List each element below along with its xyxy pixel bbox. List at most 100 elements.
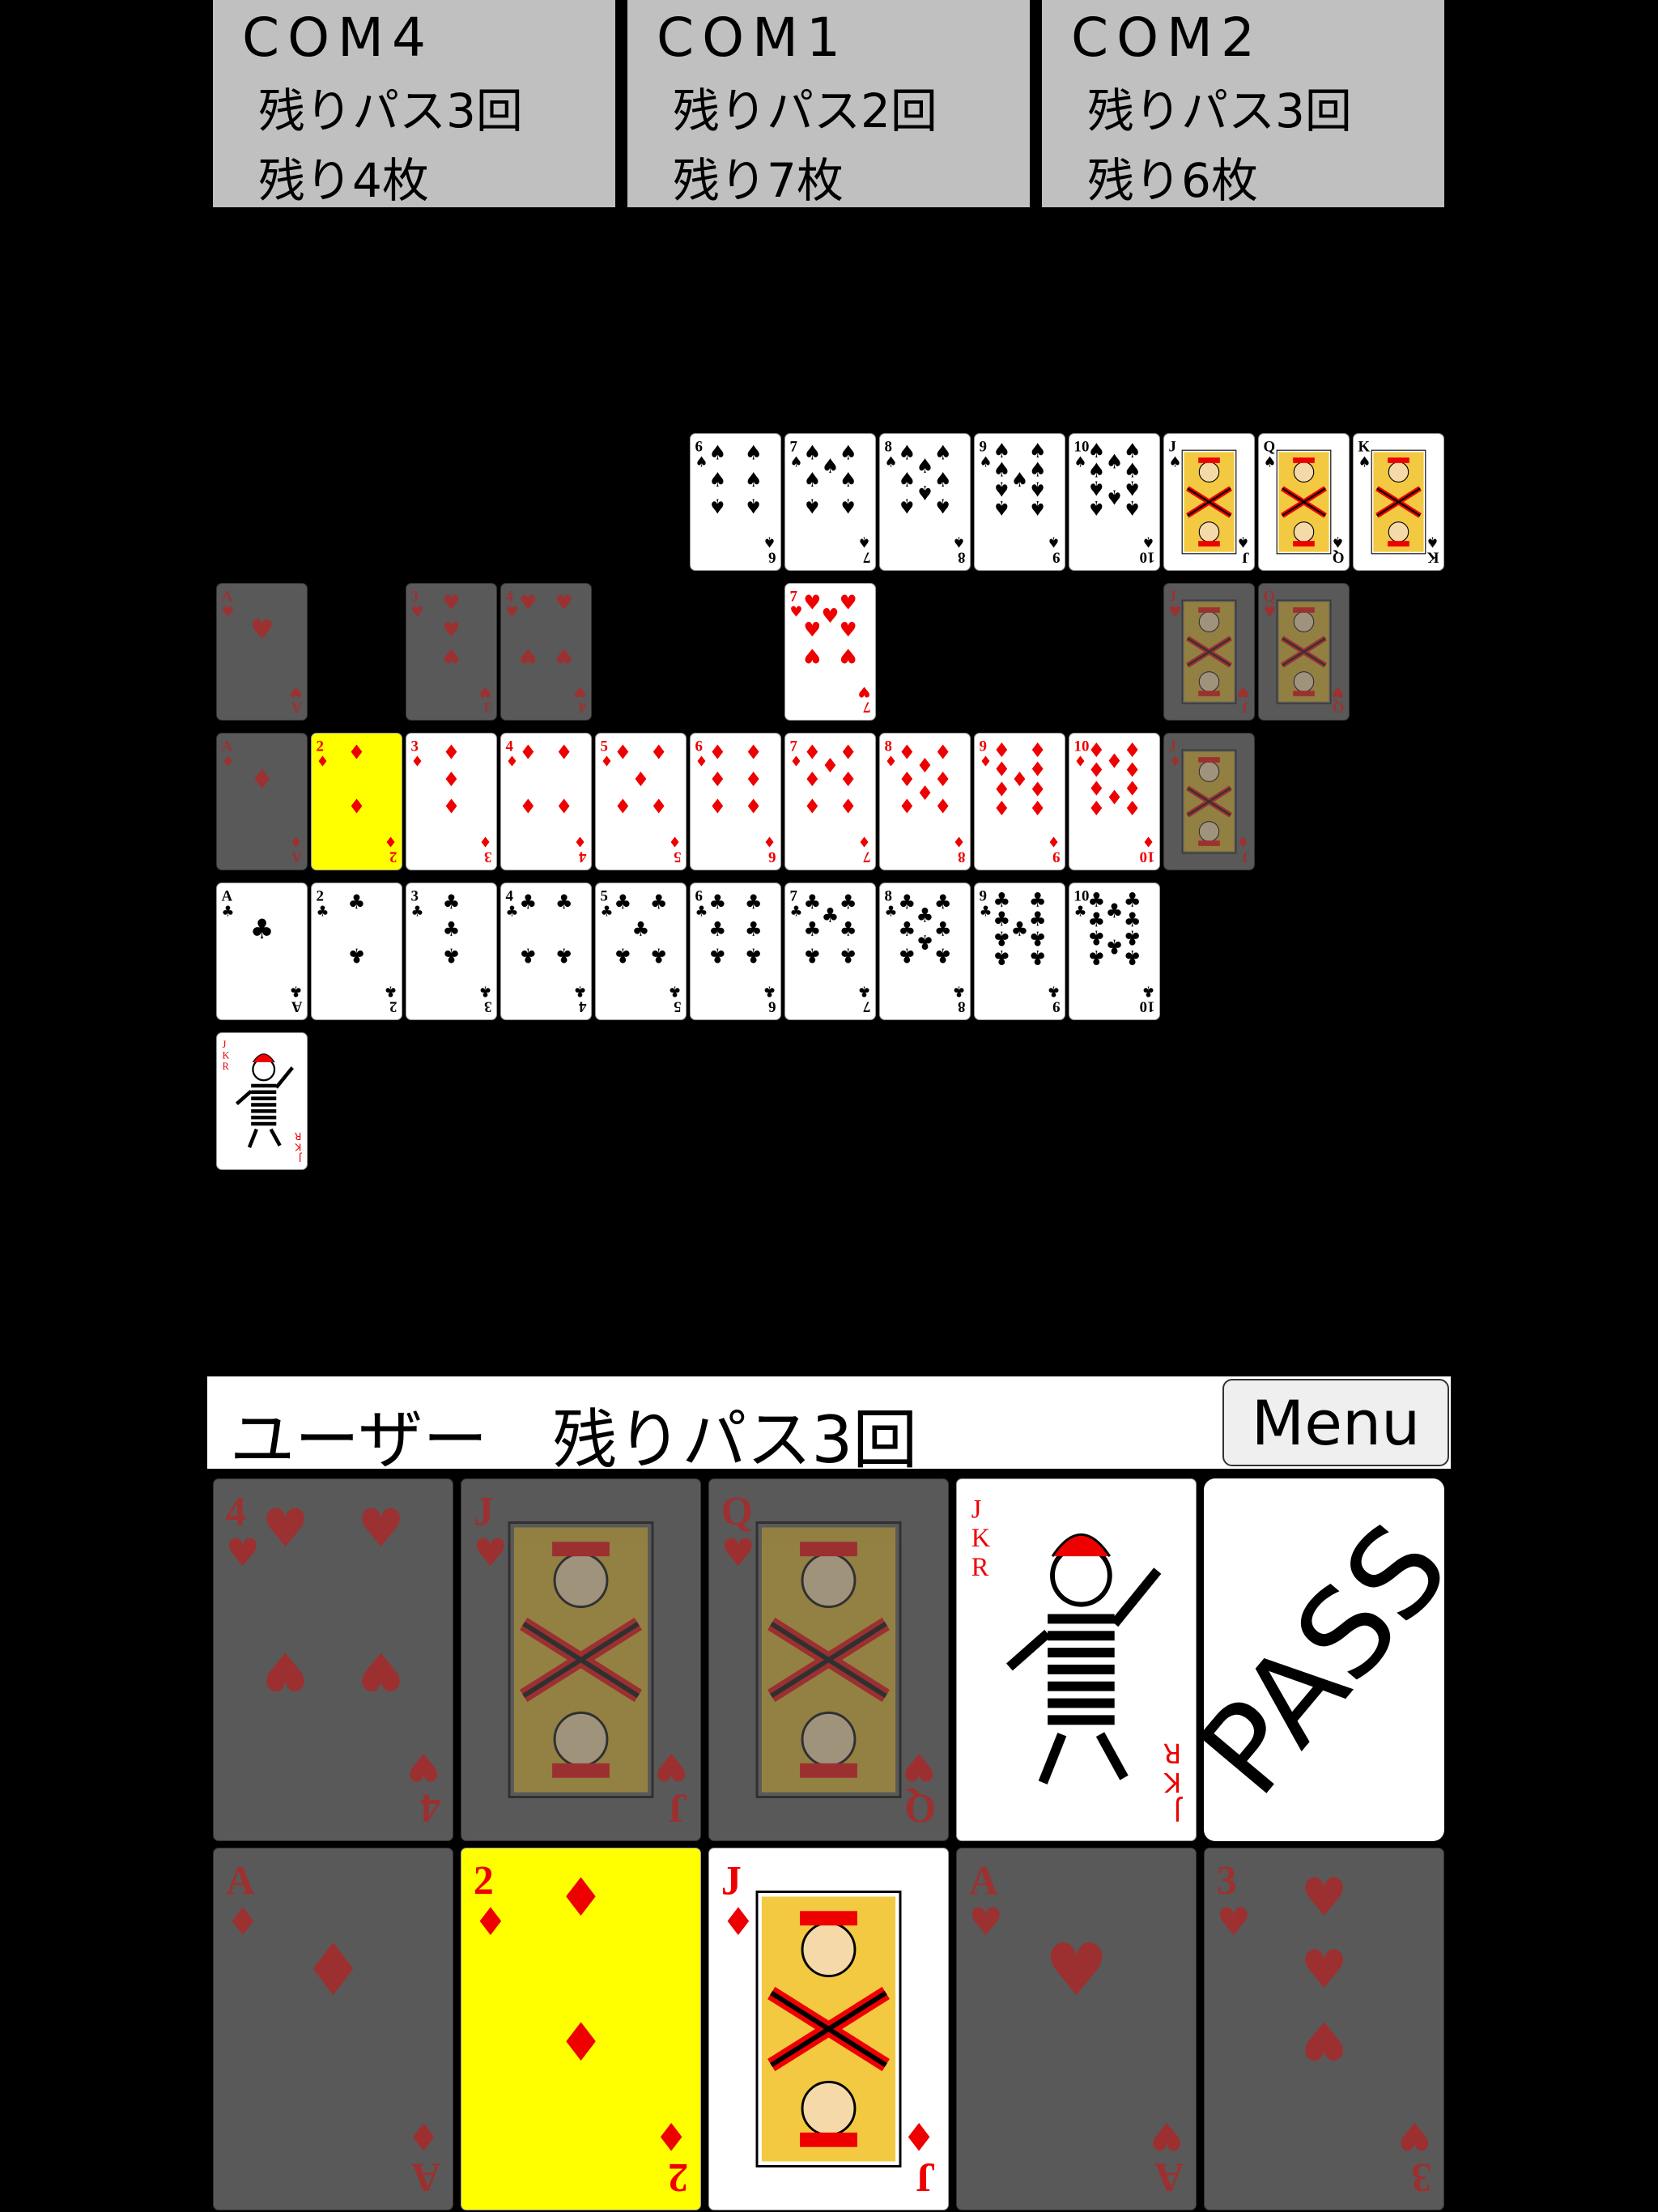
svg-text:3: 3 [411,738,419,755]
svg-text:♦: ♦ [898,794,916,818]
svg-text:♠: ♠ [1332,534,1345,551]
svg-text:J: J [1242,549,1249,566]
svg-text:♠: ♠ [803,468,821,491]
svg-text:♥: ♥ [803,618,821,641]
svg-text:♠: ♠ [1169,453,1182,470]
board-card-8-clubs: 8 ♣ 8 ♣ ♣ ♣ ♣ ♣ ♣ ♣ ♣ ♣ [879,883,971,1020]
svg-text:♣: ♣ [1029,946,1047,969]
svg-text:♠: ♠ [898,440,916,464]
svg-text:4: 4 [506,588,514,605]
menu-button[interactable]: Menu [1222,1379,1449,1466]
svg-text:♦: ♦ [474,1900,508,1945]
svg-text:♠: ♠ [858,534,871,551]
svg-text:♥: ♥ [858,683,871,700]
svg-text:5: 5 [674,849,681,866]
svg-text:9: 9 [980,738,987,755]
svg-text:♦: ♦ [953,833,966,850]
svg-text:♥: ♥ [840,590,857,614]
svg-text:♥: ♥ [1300,2009,1347,2069]
svg-text:4: 4 [578,699,586,716]
svg-text:♣: ♣ [916,904,934,927]
svg-text:J: J [1169,438,1176,455]
svg-text:♠: ♠ [745,495,763,518]
svg-text:♣: ♣ [745,890,763,913]
svg-text:Q: Q [721,1488,753,1534]
svg-text:♦: ♦ [1124,796,1141,819]
svg-text:10: 10 [1140,998,1155,1015]
svg-text:4: 4 [578,849,586,866]
svg-text:Q: Q [1264,438,1276,455]
svg-text:10: 10 [1140,549,1155,566]
svg-text:♦: ♦ [898,768,916,791]
board-card-3-hearts: 3 ♥ 3 ♥ ♥ ♥ ♥ [406,583,497,721]
svg-text:♥: ♥ [574,683,587,700]
svg-text:♣: ♣ [385,983,397,1000]
svg-text:♠: ♠ [1106,449,1124,473]
svg-text:♥: ♥ [1169,603,1182,620]
svg-text:♣: ♣ [650,890,668,913]
hand-card-2-diamonds[interactable]: 2 ♦ 2 ♦ ♦ ♦ [461,1848,701,2210]
svg-text:J: J [1242,699,1249,716]
svg-text:♣: ♣ [614,890,631,913]
hand-card-a-diamonds[interactable]: A ♦ A ♦ ♦ [213,1848,453,2210]
svg-text:♣: ♣ [1048,983,1061,1000]
board-card-10-diamonds: 10 ♦ 10 ♦ ♦ ♦ ♦ ♦ ♦ ♦ ♦ ♦ ♦ ♦ [1069,733,1160,870]
board-card-4-clubs: 4 ♣ 4 ♣ ♣ ♣ ♣ ♣ [500,883,592,1020]
svg-text:♥: ♥ [1217,1900,1251,1945]
svg-text:♦: ♦ [840,794,857,818]
board-card-4-diamonds: 4 ♦ 4 ♦ ♦ ♦ ♦ ♦ [500,733,592,870]
hand-card-3-hearts[interactable]: 3 ♥ 3 ♥ ♥ ♥ ♥ [1204,1848,1444,2210]
svg-text:4: 4 [226,1488,246,1534]
svg-text:♥: ♥ [822,604,840,627]
hand-card-a-hearts[interactable]: A ♥ A ♥ ♥ [956,1848,1197,2210]
svg-text:J: J [474,1488,494,1534]
svg-text:♠: ♠ [790,453,803,470]
hand-card-joker-joker[interactable]: JKRJKR [956,1478,1197,1841]
hand-card-j-hearts[interactable]: J ♥ J ♥ [461,1478,701,1841]
svg-text:♥: ♥ [803,590,821,614]
svg-text:R: R [971,1553,989,1582]
svg-text:3: 3 [1217,1857,1237,1903]
svg-text:♣: ♣ [803,917,821,941]
svg-text:9: 9 [980,887,987,904]
hand-card-4-hearts[interactable]: 4 ♥ 4 ♥ ♥ ♥ ♥ ♥ [213,1478,453,1841]
svg-text:♦: ♦ [1106,749,1124,772]
svg-text:♥: ♥ [1044,1928,1108,2011]
svg-text:2: 2 [668,2155,688,2200]
svg-text:♦: ♦ [222,753,235,770]
svg-text:A: A [969,1857,998,1903]
board-card-9-clubs: 9 ♣ 9 ♣ ♣ ♣ ♣ ♣ ♣ ♣ ♣ ♣ ♣ [974,883,1065,1020]
svg-text:♦: ♦ [557,2009,604,2069]
svg-text:6: 6 [768,998,776,1015]
board-card-8-spades: 8 ♠ 8 ♠ ♠ ♠ ♠ ♠ ♠ ♠ ♠ ♠ [879,433,971,571]
svg-text:Q: Q [1333,549,1345,566]
svg-text:7: 7 [863,998,870,1015]
svg-text:♣: ♣ [1074,903,1087,920]
board-card-7-hearts: 7 ♥ 7 ♥ ♥ ♥ ♥ ♥ ♥ ♥ ♥ [784,583,876,721]
board-card-9-diamonds: 9 ♦ 9 ♦ ♦ ♦ ♦ ♦ ♦ ♦ ♦ ♦ ♦ [974,733,1065,870]
svg-text:♣: ♣ [411,903,424,920]
svg-text:♦: ♦ [916,781,934,804]
player-status-text: ユーザー 残りパス3回 [230,1402,918,1478]
svg-text:♦: ♦ [519,794,537,818]
svg-text:A: A [222,887,233,904]
svg-text:♠: ♠ [803,495,821,518]
svg-text:J: J [299,1152,303,1163]
board-card-6-diamonds: 6 ♦ 6 ♦ ♦ ♦ ♦ ♦ ♦ ♦ [690,733,781,870]
hand-card-q-hearts[interactable]: Q ♥ Q ♥ [708,1478,949,1841]
svg-text:♣: ♣ [443,917,461,941]
svg-text:7: 7 [790,588,797,605]
svg-text:3: 3 [484,998,491,1015]
svg-text:♣: ♣ [222,903,235,920]
hand-card-j-diamonds[interactable]: J ♦ J ♦ [708,1848,949,2210]
pass-button[interactable]: PASS [1204,1478,1444,1841]
svg-text:8: 8 [885,438,892,455]
svg-text:♣: ♣ [993,946,1010,969]
svg-text:7: 7 [790,887,797,904]
svg-text:♣: ♣ [290,983,303,1000]
svg-text:♦: ♦ [898,740,916,764]
svg-text:♣: ♣ [934,890,952,913]
svg-text:A: A [291,849,303,866]
svg-text:♣: ♣ [1124,946,1141,969]
svg-text:♠: ♠ [885,453,898,470]
